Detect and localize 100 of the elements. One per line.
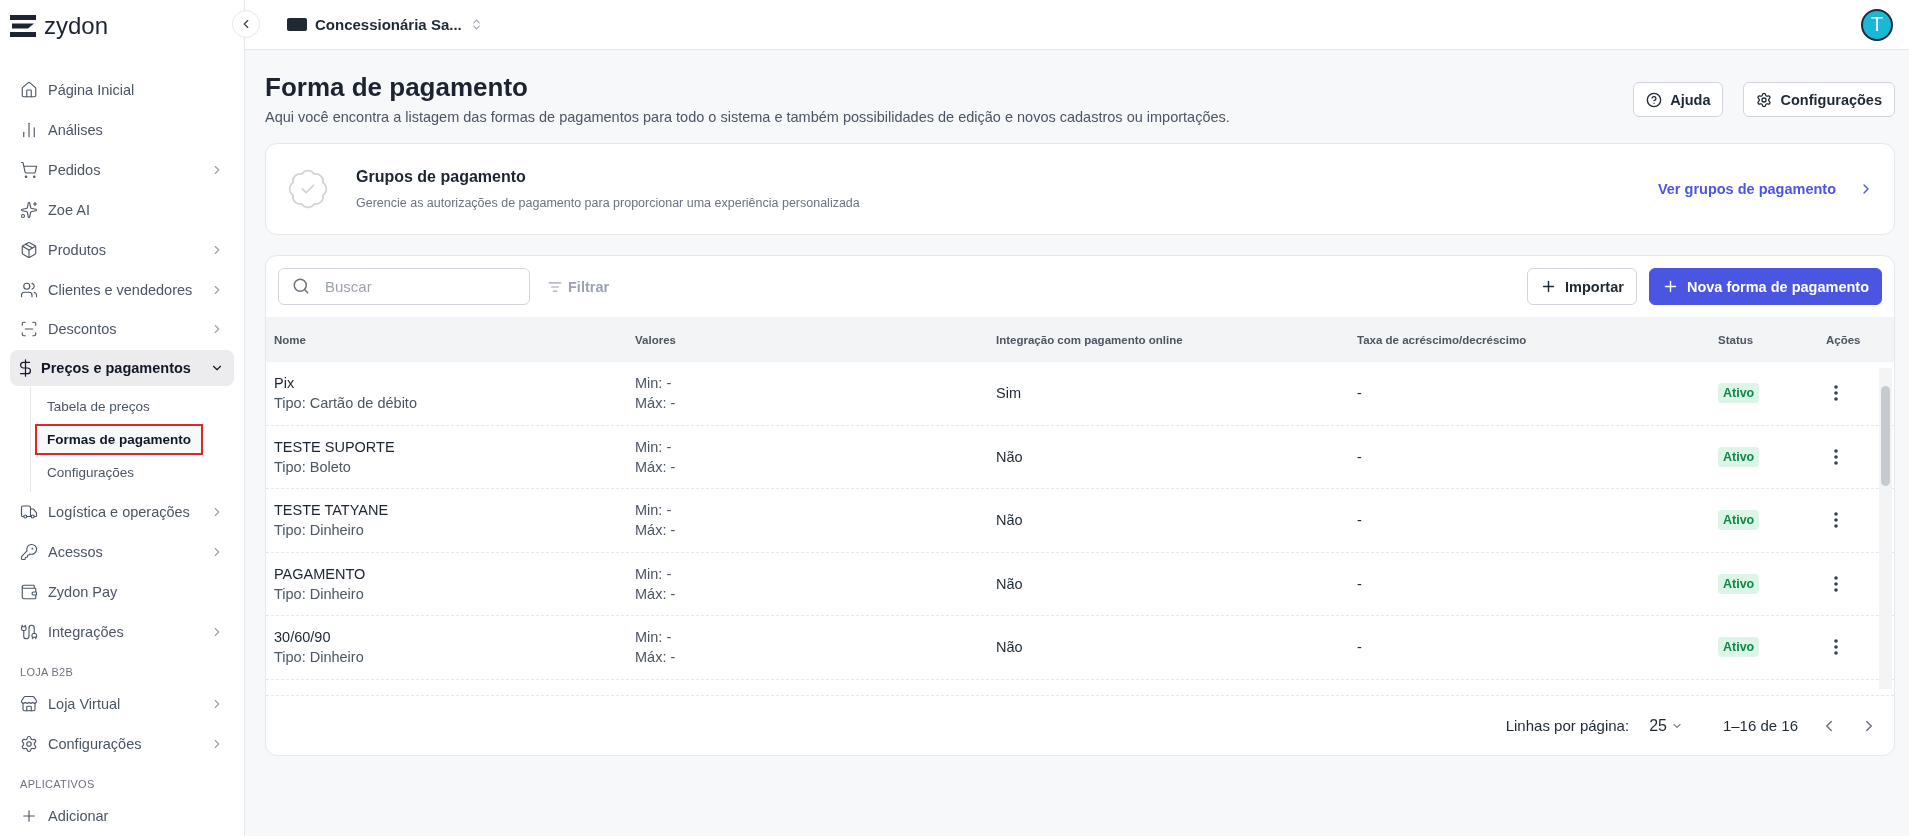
more-actions-button[interactable] xyxy=(1834,385,1838,402)
table-cell-text: Não xyxy=(996,639,1024,656)
method-type: Tipo: Dinheiro xyxy=(274,649,365,666)
table-cell-text: - xyxy=(1357,385,1363,402)
table-cell-text: - xyxy=(1357,639,1363,656)
cart-icon xyxy=(20,160,38,179)
package-icon xyxy=(20,240,38,259)
table-cell-text: Não xyxy=(996,448,1024,465)
settings-button[interactable]: Configurações xyxy=(1743,82,1895,117)
settings-icon xyxy=(1756,91,1773,108)
more-actions-button[interactable] xyxy=(1834,639,1838,656)
scan-icon xyxy=(20,320,38,339)
plug-icon xyxy=(20,623,38,642)
column-header: Taxa de acréscimo/decréscimo xyxy=(1357,333,1528,346)
min-value: Min: - xyxy=(635,629,673,646)
sidebar-item[interactable]: Zoe AI xyxy=(10,190,234,229)
sidebar-item[interactable]: Análises xyxy=(10,110,234,149)
house-icon xyxy=(20,80,38,99)
status-badge: Ativo xyxy=(1718,383,1760,404)
table-cell-text: - xyxy=(1357,512,1363,529)
table-cell-text: - xyxy=(1357,448,1363,465)
more-icon xyxy=(1834,639,1838,656)
sidebar-item[interactable]: Zydon Pay xyxy=(10,573,234,612)
method-type: Tipo: Dinheiro xyxy=(274,522,365,539)
table-cell-text: - xyxy=(1357,575,1363,592)
sidebar-subitem[interactable]: Configurações xyxy=(35,457,147,489)
search-icon xyxy=(292,277,310,295)
more-actions-button[interactable] xyxy=(1834,448,1838,465)
table-cell-text: Não xyxy=(996,512,1024,529)
column-header: Valores xyxy=(635,333,677,346)
sidebar-item[interactable]: Integrações xyxy=(10,613,234,652)
filter-icon xyxy=(548,279,562,294)
more-icon xyxy=(1834,512,1838,529)
more-icon xyxy=(1834,575,1838,592)
badge-check-icon xyxy=(286,167,330,211)
method-name: TESTE TATYANE xyxy=(274,502,390,519)
sidebar-item[interactable]: Clientes e vendedores xyxy=(10,270,234,309)
sidebar-subitem[interactable]: Tabela de preços xyxy=(35,391,162,423)
sidebar-item[interactable]: Descontos xyxy=(10,310,234,349)
sidebar-item[interactable]: Adicionar xyxy=(10,797,234,835)
method-type: Tipo: Cartão de débito xyxy=(274,395,418,412)
wallet-icon xyxy=(20,583,38,602)
more-actions-button[interactable] xyxy=(1834,512,1838,529)
max-value: Máx: - xyxy=(635,395,677,412)
nav-section-title: APLICATIVOS xyxy=(19,777,96,792)
column-header: Status xyxy=(1718,333,1755,346)
column-header: Nome xyxy=(274,333,307,346)
card-title: Grupos de pagamento xyxy=(356,168,527,186)
min-value: Min: - xyxy=(635,565,673,582)
method-name: PAGAMENTO xyxy=(274,565,367,582)
users-icon xyxy=(20,280,38,299)
sidebar-item[interactable]: Preços e pagamentos xyxy=(10,350,234,387)
max-value: Máx: - xyxy=(635,585,677,602)
help-icon xyxy=(1646,91,1663,108)
max-value: Máx: - xyxy=(635,522,677,539)
import-button[interactable]: Importar xyxy=(1527,268,1637,305)
method-type: Tipo: Boleto xyxy=(274,458,352,475)
more-icon xyxy=(1834,385,1838,402)
company-selector[interactable]: Concessionária Sa... xyxy=(281,15,489,34)
search-field[interactable]: Buscar xyxy=(278,268,530,305)
sidebar-item[interactable]: Pedidos xyxy=(10,150,234,189)
settings-icon xyxy=(20,735,38,754)
min-value: Min: - xyxy=(635,375,673,392)
page-subtitle: Aqui você encontra a listagem das formas de pagamentos para todo o sistema e também possibilidades de edição e novos cadastros ou importações. xyxy=(265,109,1230,125)
sidebar-item[interactable]: Página Inicial xyxy=(10,71,234,109)
min-value: Min: - xyxy=(635,438,673,455)
sidebar-item[interactable]: Logística e operações xyxy=(10,493,234,532)
bar-chart-icon xyxy=(20,120,38,139)
new-payment-method-button[interactable]: Nova forma de pagamento xyxy=(1648,268,1882,305)
sidebar-item[interactable]: Loja Virtual xyxy=(10,685,234,724)
sparkle-icon xyxy=(20,200,38,219)
view-groups-link[interactable]: Ver grupos de pagamento xyxy=(1657,181,1874,197)
max-value: Máx: - xyxy=(635,649,677,666)
help-button[interactable]: Ajuda xyxy=(1633,82,1724,117)
scrollbar[interactable] xyxy=(1879,368,1892,689)
method-type: Tipo: Dinheiro xyxy=(274,585,365,602)
page-title: Forma de pagamento xyxy=(265,72,529,103)
rows-per-page-label: Linhas por página: xyxy=(1505,717,1630,734)
column-header: Integração com pagamento online xyxy=(996,333,1184,346)
brand-name: zydon xyxy=(44,12,109,40)
truck-icon xyxy=(20,503,38,522)
status-badge: Ativo xyxy=(1718,573,1760,594)
method-name: Pix xyxy=(274,375,296,392)
column-header: Ações xyxy=(1826,333,1862,346)
sidebar-item[interactable]: Configurações xyxy=(10,725,234,763)
sidebar-item[interactable]: Produtos xyxy=(10,230,234,269)
more-actions-button[interactable] xyxy=(1834,575,1838,592)
sidebar-subitem[interactable]: Formas de pagamento xyxy=(35,424,204,456)
table-cell-text: Não xyxy=(996,575,1024,592)
sidebar-item[interactable]: Acessos xyxy=(10,533,234,572)
more-icon xyxy=(1834,448,1838,465)
card-description: Gerencie as autorizações de pagamento para proporcionar uma experiência personalizada xyxy=(356,196,860,210)
status-badge: Ativo xyxy=(1718,510,1760,531)
method-name: 30/60/90 xyxy=(274,629,332,646)
table-cell-text: Sim xyxy=(996,385,1022,402)
status-badge: Ativo xyxy=(1718,637,1760,658)
rows-per-page-select[interactable]: 25 xyxy=(1643,715,1689,736)
dollar-icon xyxy=(20,359,31,378)
min-value: Min: - xyxy=(635,502,673,519)
max-value: Máx: - xyxy=(635,458,677,475)
